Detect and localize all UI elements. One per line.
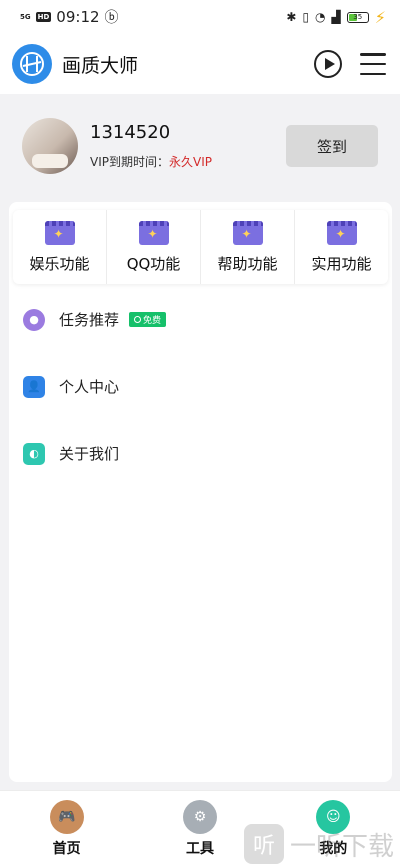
user-id: 1314520 [90, 122, 171, 143]
bluetooth-icon: ✱ [286, 10, 297, 24]
about-icon: ◐ [23, 442, 45, 465]
clapper-wand-icon [138, 220, 169, 245]
function-utility[interactable]: 实用功能 [295, 210, 388, 284]
status-time: 09:12 [56, 8, 100, 26]
vibrate-icon: ▯ [302, 10, 310, 24]
app-title: 画质大师 [62, 54, 139, 77]
list-item-personal-center[interactable]: 👤 个人中心 [9, 353, 392, 420]
tools-icon: ⚙ [182, 799, 217, 834]
vip-value: 永久VIP [169, 155, 212, 169]
watermark-text: 一听下载 [289, 831, 394, 862]
list-item-task[interactable]: ● 任务推荐 免费 [9, 286, 392, 353]
nav-label: 工具 [185, 840, 214, 857]
checkin-button[interactable]: 签到 [286, 125, 378, 167]
main-card: 娱乐功能 QQ功能 帮助功能 实用功能 ● 任务推荐 免费 👤 个人中心 ◐ 关… [9, 202, 392, 782]
vip-label: VIP到期时间： [90, 155, 169, 169]
nav-home[interactable]: 🎮 首页 [0, 791, 133, 866]
profile-section: 1314520 VIP到期时间：永久VIP 签到 [0, 94, 400, 198]
network-tag: 5G [20, 12, 31, 21]
clapper-wand-icon [326, 220, 357, 245]
list-item-about[interactable]: ◐ 关于我们 [9, 420, 392, 487]
clapper-wand-icon [44, 220, 75, 245]
gamepad-icon: 🎮 [49, 799, 84, 834]
task-icon: ● [23, 308, 45, 331]
nav-label: 首页 [52, 840, 81, 857]
app-logo-icon [12, 44, 52, 84]
function-label: QQ功能 [126, 254, 181, 273]
function-label: 实用功能 [311, 254, 372, 273]
notification-icon: ⓑ [104, 10, 119, 26]
list-item-label: 个人中心 [59, 378, 120, 396]
avatar[interactable] [22, 118, 78, 174]
function-entertainment[interactable]: 娱乐功能 [13, 210, 107, 284]
app-header: 画质大师 [0, 34, 400, 94]
list-item-label: 关于我们 [59, 445, 120, 463]
play-button[interactable] [314, 50, 342, 78]
charging-icon: ⚡ [374, 7, 386, 27]
function-grid: 娱乐功能 QQ功能 帮助功能 实用功能 [13, 210, 388, 284]
menu-button[interactable] [360, 53, 386, 75]
function-help[interactable]: 帮助功能 [201, 210, 295, 284]
function-label: 娱乐功能 [29, 254, 90, 273]
function-qq[interactable]: QQ功能 [107, 210, 201, 284]
list-item-label: 任务推荐 [59, 311, 120, 329]
5g-signal-icon: ▟ [331, 10, 341, 24]
hd-tag: HD [35, 12, 52, 22]
watermark: 听 一听下载 [243, 824, 394, 864]
person-folder-icon: 👤 [23, 375, 45, 398]
menu-list: ● 任务推荐 免费 👤 个人中心 ◐ 关于我们 [9, 286, 392, 487]
alarm-icon: ◔ [315, 10, 326, 24]
free-badge: 免费 [129, 312, 167, 327]
watermark-icon: 听 [243, 824, 284, 864]
vip-expiry: VIP到期时间：永久VIP [90, 153, 212, 170]
battery-icon: 35 [346, 11, 369, 23]
clapper-wand-icon [232, 220, 263, 245]
function-label: 帮助功能 [217, 254, 278, 273]
status-bar: 5G HD 09:12 ⓑ ✱ ▯ ◔ ▟ 35 ⚡ [0, 0, 400, 34]
